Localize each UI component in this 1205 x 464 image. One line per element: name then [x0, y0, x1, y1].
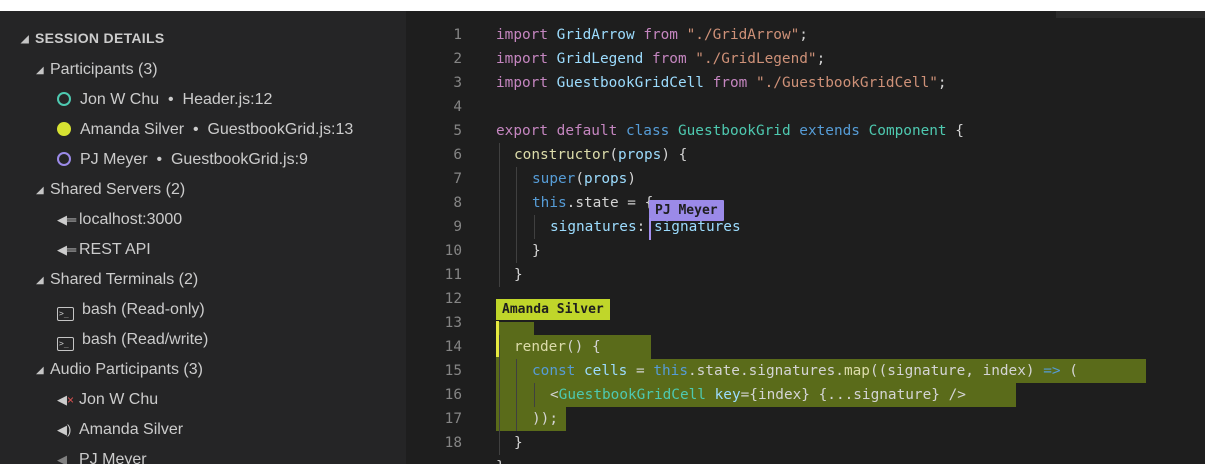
participant-cursor-label-amanda: Amanda Silver [496, 299, 610, 320]
participant-dot-icon [57, 122, 71, 136]
expand-triangle-icon: ◢ [36, 365, 44, 376]
line-number: 13 [444, 315, 462, 331]
audio-participant-item[interactable]: ◀) Amanda Silver [57, 415, 183, 445]
line-number: 3 [453, 75, 462, 91]
code-line: } [532, 243, 541, 259]
participant-cursor-label-pj: PJ Meyer [649, 200, 724, 221]
plug-icon: ◀═ [57, 212, 77, 227]
code-line: } [514, 435, 523, 451]
expand-triangle-icon: ◢ [36, 65, 44, 76]
line-number: 16 [444, 387, 462, 403]
participant-cursor-amanda [496, 321, 499, 357]
collapse-triangle-icon: ◢ [21, 34, 29, 45]
line-number: 6 [453, 147, 462, 163]
server-item[interactable]: ◀═ REST API [57, 235, 151, 265]
participant-item[interactable]: PJ Meyer • GuestbookGrid.js:9 [57, 145, 308, 175]
speaker-icon: ◀ [57, 452, 67, 464]
audio-participants-group[interactable]: ◢ Audio Participants (3) [36, 355, 203, 385]
participant-ring-icon [57, 152, 71, 166]
session-details-header[interactable]: ◢ SESSION DETAILS [21, 28, 164, 48]
participant-cursor-pj [649, 218, 651, 240]
session-details-panel: ◢ SESSION DETAILS ◢ Participants (3) Jon W… [0, 11, 406, 464]
speaker-muted-icon: ◀× [57, 392, 75, 407]
line-number: 14 [444, 339, 462, 355]
line-number: 12 [444, 291, 462, 307]
audio-participant-item[interactable]: ◀ PJ Meyer [57, 445, 147, 464]
live-share-window: ◢ SESSION DETAILS ◢ Participants (3) Jon W… [0, 11, 1205, 464]
expand-triangle-icon: ◢ [36, 275, 44, 286]
code-line: import GuestbookGridCell from "./Guestbo… [496, 75, 947, 91]
line-number: 8 [453, 195, 462, 211]
terminal-icon: >_ [57, 337, 74, 351]
code-line: import GridLegend from "./GridLegend"; [496, 51, 826, 67]
line-number: 11 [444, 267, 462, 283]
line-number: 4 [453, 99, 462, 115]
speaker-icon: ◀) [57, 422, 72, 437]
server-item[interactable]: ◀═ localhost:3000 [57, 205, 182, 235]
participant-item[interactable]: Amanda Silver • GuestbookGrid.js:13 [57, 115, 353, 145]
audio-participant-item[interactable]: ◀× Jon W Chu [57, 385, 158, 415]
code-line: } [496, 455, 505, 464]
line-number: 1 [453, 27, 462, 43]
line-number: 5 [453, 123, 462, 139]
code-line: } [514, 267, 523, 283]
line-number: 7 [453, 171, 462, 187]
code-line: constructor(props) { [514, 147, 688, 163]
shared-servers-group[interactable]: ◢ Shared Servers (2) [36, 175, 185, 205]
line-number: 17 [444, 411, 462, 427]
code-line: this.state = { [532, 195, 654, 211]
expand-triangle-icon: ◢ [36, 185, 44, 196]
code-line: render() { [514, 339, 601, 355]
participant-item[interactable]: Jon W Chu • Header.js:12 [57, 85, 272, 115]
participant-ring-icon [57, 92, 71, 106]
line-number: 2 [453, 51, 462, 67]
selection-highlight [496, 322, 534, 335]
terminal-icon: >_ [57, 307, 74, 321]
code-line: import GridArrow from "./GridArrow"; [496, 27, 808, 43]
terminal-item[interactable]: >_ bash (Read/write) [57, 325, 208, 355]
line-number: 10 [444, 243, 462, 259]
code-editor[interactable]: 1 2 3 4 5 6 7 8 9 10 11 12 13 14 15 16 1… [406, 11, 1205, 464]
line-number: 9 [453, 219, 462, 235]
code-line: )); [532, 411, 558, 427]
plug-icon: ◀═ [57, 242, 77, 257]
line-number: 15 [444, 363, 462, 379]
terminal-item[interactable]: >_ bash (Read-only) [57, 295, 205, 325]
shared-terminals-group[interactable]: ◢ Shared Terminals (2) [36, 265, 198, 295]
participants-group[interactable]: ◢ Participants (3) [36, 55, 158, 85]
code-line: <GuestbookGridCell key={index} {...signa… [550, 387, 966, 403]
code-line: const cells = this.state.signatures.map(… [532, 363, 1078, 379]
code-line: export default class GuestbookGrid exten… [496, 123, 964, 139]
line-number: 18 [444, 435, 462, 451]
code-line: super(props) [532, 171, 636, 187]
editor-tab-strip [406, 11, 1205, 18]
